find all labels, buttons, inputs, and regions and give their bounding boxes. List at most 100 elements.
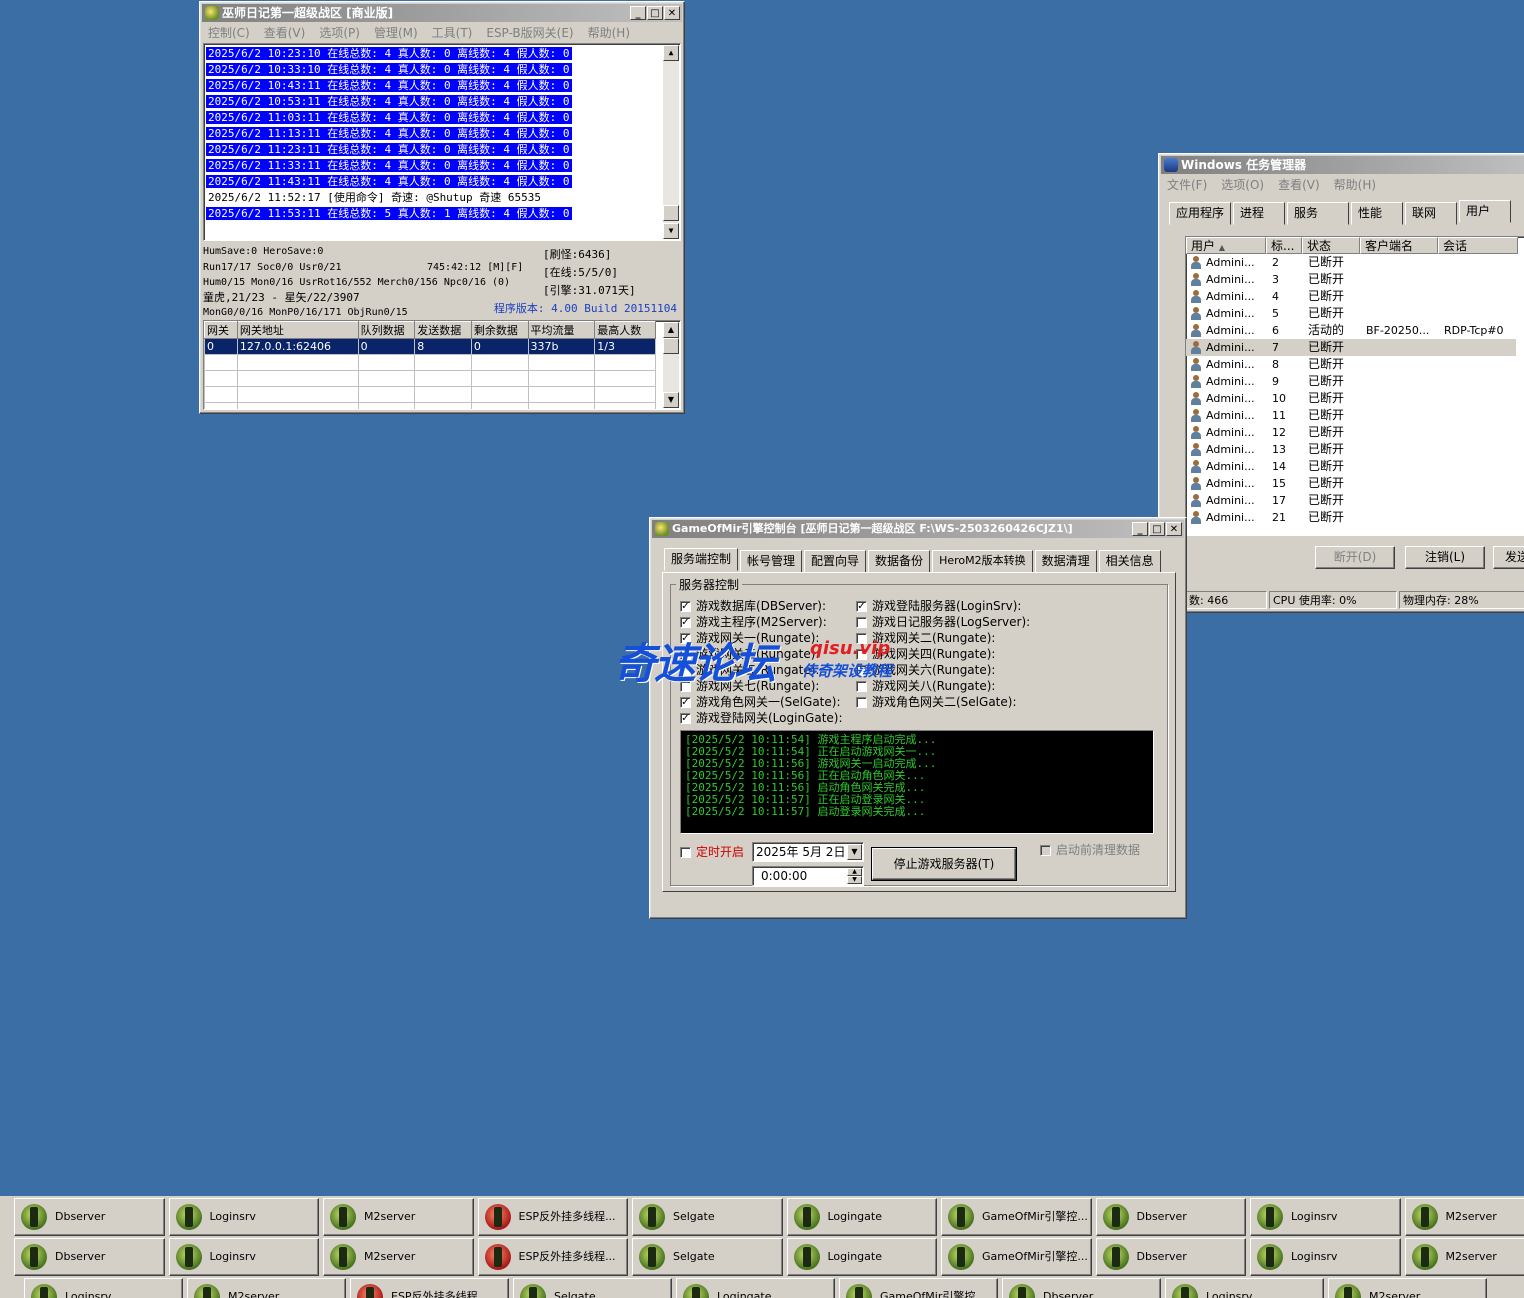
checkbox-empty-icon[interactable] — [856, 665, 867, 676]
menu-control[interactable]: 控制(C) — [208, 24, 250, 42]
taskbar-button[interactable]: M2server — [1328, 1278, 1487, 1298]
server-log[interactable]: 2025/6/2 10:23:10 在线总数: 4 真人数: 0 离线数: 4 … — [203, 43, 681, 241]
task-manager-titlebar[interactable]: Windows 任务管理器 — [1161, 156, 1524, 174]
log-scrollbar[interactable]: ▲ ▼ — [663, 45, 679, 239]
menu-options[interactable]: 选项(P) — [319, 24, 360, 42]
menu-tools[interactable]: 工具(T) — [432, 24, 473, 42]
close-icon[interactable]: ✕ — [1166, 522, 1182, 536]
checkbox-checked-icon[interactable]: ✓ — [680, 697, 691, 708]
log-line[interactable]: 2025/6/2 11:53:11 在线总数: 5 真人数: 1 离线数: 4 … — [204, 206, 680, 222]
gate-col-header[interactable]: 队列数据 — [357, 321, 416, 339]
tab-users[interactable]: 用户 — [1459, 200, 1512, 223]
menu-view[interactable]: 查看(V) — [1278, 176, 1320, 194]
server-checkbox[interactable]: ✓ 游戏登陆服务器(LoginSrv): — [856, 598, 1021, 614]
menu-esp-gate[interactable]: ESP-B版网关(E) — [486, 24, 573, 42]
table-row[interactable]: Admini... 10 已断开 — [1186, 390, 1516, 407]
taskbar-button[interactable]: ESP反外挂多线程 — [350, 1278, 509, 1298]
logoff-button[interactable]: 注销(L) — [1405, 546, 1485, 569]
menu-help[interactable]: 帮助(H) — [1334, 176, 1376, 194]
tab-services[interactable]: 服务 — [1287, 202, 1350, 225]
table-row[interactable]: Admini... 5 已断开 — [1186, 305, 1516, 322]
table-row[interactable]: Admini... 7 已断开 — [1186, 339, 1516, 356]
menu-view[interactable]: 查看(V) — [264, 24, 306, 42]
spin-up-icon[interactable]: ▲ — [847, 868, 862, 876]
timer-start-checkbox[interactable]: 定时开启 — [680, 844, 744, 860]
table-row[interactable]: Admini... 3 已断开 — [1186, 271, 1516, 288]
taskbar-button[interactable]: Logingate — [786, 1238, 937, 1276]
server-checkbox[interactable]: ✓ 游戏数据库(DBServer): — [680, 598, 826, 614]
taskbar-button[interactable]: Logingate — [676, 1278, 835, 1298]
scroll-thumb[interactable] — [663, 205, 679, 221]
menu-options[interactable]: 选项(O) — [1221, 176, 1264, 194]
checkbox-empty-icon[interactable] — [856, 697, 867, 708]
maximize-icon[interactable]: □ — [647, 6, 663, 20]
log-line[interactable]: 2025/6/2 10:43:11 在线总数: 4 真人数: 0 离线数: 4 … — [204, 78, 680, 94]
col-status[interactable]: 状态 — [1302, 237, 1360, 254]
table-row[interactable]: Admini... 6 活动的 BF-20250... RDP-Tcp#0 — [1186, 322, 1516, 339]
taskbar-button[interactable]: Selgate — [632, 1238, 783, 1276]
checkbox-empty-icon[interactable] — [856, 633, 867, 644]
scroll-up-icon[interactable]: ▲ — [663, 322, 679, 338]
taskbar-button[interactable]: GameOfMir引擎控... — [941, 1238, 1092, 1276]
send-message-button[interactable]: 发送消 — [1493, 546, 1524, 569]
engine-control-window[interactable]: GameOfMir引擎控制台 [巫师日记第一超级战区 F:\WS-2503260… — [649, 517, 1187, 919]
taskbar-button[interactable]: Dbserver — [14, 1238, 165, 1276]
taskbar-button[interactable]: M2server — [323, 1238, 474, 1276]
taskbar-button[interactable]: Dbserver — [14, 1198, 165, 1236]
col-client[interactable]: 客户端名 — [1360, 237, 1438, 254]
checkbox-empty-icon[interactable] — [856, 649, 867, 660]
m2server-titlebar[interactable]: 巫师日记第一超级战区 [商业版] _ □ ✕ — [202, 4, 682, 22]
engine-control-titlebar[interactable]: GameOfMir引擎控制台 [巫师日记第一超级战区 F:\WS-2503260… — [652, 520, 1184, 538]
m2server-window[interactable]: 巫师日记第一超级战区 [商业版] _ □ ✕ 控制(C) 查看(V) 选项(P)… — [199, 1, 685, 414]
minimize-icon[interactable]: _ — [630, 6, 646, 20]
taskbar-button[interactable]: GameOfMir引擎控... — [941, 1198, 1092, 1236]
task-manager-window[interactable]: Windows 任务管理器 文件(F) 选项(O) 查看(V) 帮助(H) 应用… — [1158, 153, 1524, 613]
tab-herom2-convert[interactable]: HeroM2版本转换 — [932, 550, 1033, 573]
log-line[interactable]: 2025/6/2 11:43:11 在线总数: 4 真人数: 0 离线数: 4 … — [204, 174, 680, 190]
chevron-down-icon[interactable]: ▼ — [847, 844, 862, 860]
stop-server-button[interactable]: 停止游戏服务器(T) — [871, 847, 1017, 881]
tab-performance[interactable]: 性能 — [1351, 202, 1404, 225]
tab-account-manage[interactable]: 帐号管理 — [740, 550, 803, 573]
gateway-scrollbar[interactable]: ▲ ▼ — [663, 322, 679, 408]
minimize-icon[interactable]: _ — [1132, 522, 1148, 536]
gate-col-header[interactable]: 平均流量 — [527, 321, 596, 339]
server-checkbox[interactable]: 游戏网关四(Rungate): — [856, 646, 995, 662]
server-checkbox[interactable]: 游戏角色网关二(SelGate): — [856, 694, 1016, 710]
taskbar-button[interactable]: M2server — [1404, 1238, 1524, 1276]
server-checkbox[interactable]: 游戏日记服务器(LogServer): — [856, 614, 1030, 630]
console-output[interactable]: [2025/5/2 10:11:54] 游戏主程序启动完成... [2025/5/… — [680, 730, 1154, 834]
taskbar-button[interactable]: Logingate — [786, 1198, 937, 1236]
server-checkbox[interactable]: ✓ 游戏角色网关一(SelGate): — [680, 694, 840, 710]
users-list[interactable]: 用户 ▲ 标... 状态 客户端名 会话 Admini... 2 已断开 Admini… — [1185, 236, 1524, 536]
tab-server-control[interactable]: 服务端控制 — [664, 548, 739, 571]
col-id[interactable]: 标... — [1266, 237, 1302, 254]
table-row[interactable]: Admini... 8 已断开 — [1186, 356, 1516, 373]
server-checkbox[interactable]: ✓ 游戏主程序(M2Server): — [680, 614, 827, 630]
log-line[interactable]: 2025/6/2 11:03:11 在线总数: 4 真人数: 0 离线数: 4 … — [204, 110, 680, 126]
server-checkbox[interactable]: 游戏网关二(Rungate): — [856, 630, 995, 646]
log-line[interactable]: 2025/6/2 11:52:17 [使用命令] 奇速: @Shutup 奇速 … — [204, 190, 680, 206]
checkbox-checked-icon[interactable]: ✓ — [680, 713, 691, 724]
taskbar-button[interactable]: Dbserver — [1002, 1278, 1161, 1298]
gate-col-header[interactable]: 最高人数 — [594, 321, 656, 339]
checkbox-checked-icon[interactable]: ✓ — [680, 617, 691, 628]
gate-col-header[interactable]: 网关 — [204, 321, 238, 339]
table-row[interactable]: Admini... 4 已断开 — [1186, 288, 1516, 305]
taskbar-button[interactable]: Selgate — [632, 1198, 783, 1236]
taskbar-button[interactable]: ESP反外挂多线程... — [477, 1238, 628, 1276]
tab-config-wizard[interactable]: 配置向导 — [804, 550, 867, 573]
tab-data-clean[interactable]: 数据清理 — [1034, 550, 1097, 573]
clean-before-start-checkbox[interactable]: 启动前清理数据 — [1040, 842, 1140, 858]
taskbar-button[interactable]: Loginsrv — [168, 1198, 319, 1236]
tab-related-info[interactable]: 相关信息 — [1098, 550, 1161, 573]
log-line[interactable]: 2025/6/2 11:23:11 在线总数: 4 真人数: 0 离线数: 4 … — [204, 142, 680, 158]
menu-file[interactable]: 文件(F) — [1167, 176, 1207, 194]
log-line[interactable]: 2025/6/2 10:23:10 在线总数: 4 真人数: 0 离线数: 4 … — [204, 46, 680, 62]
gate-col-header[interactable]: 网关地址 — [236, 321, 359, 339]
time-spinner[interactable]: ▲ ▼ — [847, 868, 862, 884]
gateway-table[interactable]: 网关 网关地址 队列数据 发送数据 剩余数据 平均流量 最高人数 0 127.0.0.1:62… — [203, 320, 681, 410]
date-picker[interactable]: 2025年 5月 2日 ▼ — [752, 842, 864, 862]
checkbox-box[interactable] — [680, 847, 691, 858]
taskbar-button[interactable]: Selgate — [513, 1278, 672, 1298]
